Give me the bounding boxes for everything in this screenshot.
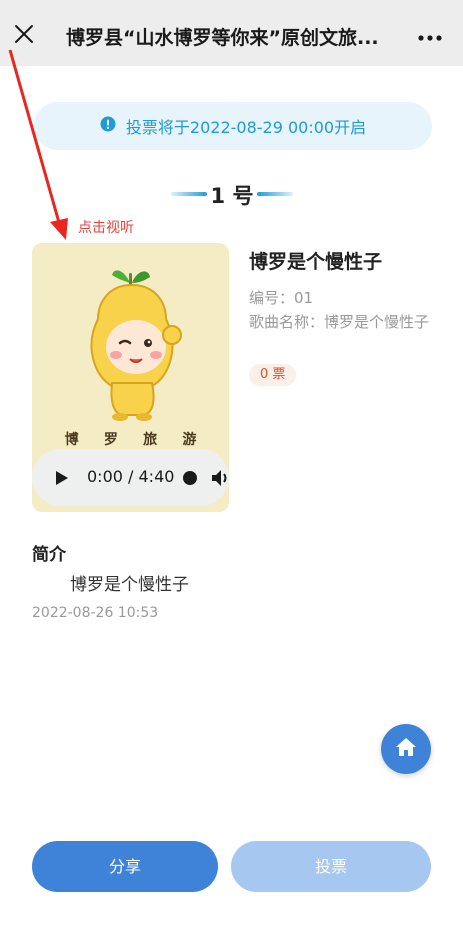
playback-time: 0:00 / 4:40 <box>87 467 175 486</box>
number-decoration-right <box>257 192 293 196</box>
vote-button[interactable]: 投票 <box>231 841 431 892</box>
entry-cover[interactable]: 博 罗 旅 游 0:00 / 4:40 <box>32 243 229 512</box>
info-icon <box>100 116 116 136</box>
listen-hint: 点击视听 <box>78 220 134 236</box>
more-icon[interactable] <box>414 26 446 50</box>
number-decoration-left <box>171 192 207 196</box>
notice-text: 投票将于2022-08-29 00:00开启 <box>125 118 367 137</box>
cover-char: 旅 <box>143 432 158 448</box>
volume-icon[interactable] <box>211 468 229 488</box>
mascot-illustration <box>90 270 182 421</box>
share-button[interactable]: 分享 <box>32 841 218 892</box>
cover-char: 游 <box>182 432 197 448</box>
entry-song-name: 歌曲名称：博罗是个慢性子 <box>249 313 430 331</box>
vote-start-notice: 投票将于2022-08-29 00:00开启 <box>34 102 432 150</box>
entry-number: 1 号 <box>210 184 254 208</box>
audio-player[interactable]: 0:00 / 4:40 <box>32 449 229 506</box>
intro-heading: 简介 <box>32 545 66 565</box>
close-icon[interactable] <box>12 22 36 46</box>
intro-text: 博罗是个慢性子 <box>70 575 189 595</box>
entry-id: 编号：01 <box>249 289 314 307</box>
vote-count-badge: 0 票 <box>249 364 297 386</box>
play-icon[interactable] <box>54 469 70 487</box>
cover-char: 博 <box>64 432 79 448</box>
top-bar: 博罗县“山水博罗等你来”原创文旅... <box>0 0 463 66</box>
cover-char: 罗 <box>103 432 118 448</box>
page-title: 博罗县“山水博罗等你来”原创文旅... <box>66 27 379 49</box>
entry-title: 博罗是个慢性子 <box>249 251 383 273</box>
home-button[interactable] <box>381 724 431 774</box>
progress-handle[interactable] <box>183 471 197 485</box>
publish-timestamp: 2022-08-26 10:53 <box>32 605 159 621</box>
cover-brand-text: 博 罗 旅 游 <box>32 429 229 449</box>
home-icon <box>395 737 417 761</box>
